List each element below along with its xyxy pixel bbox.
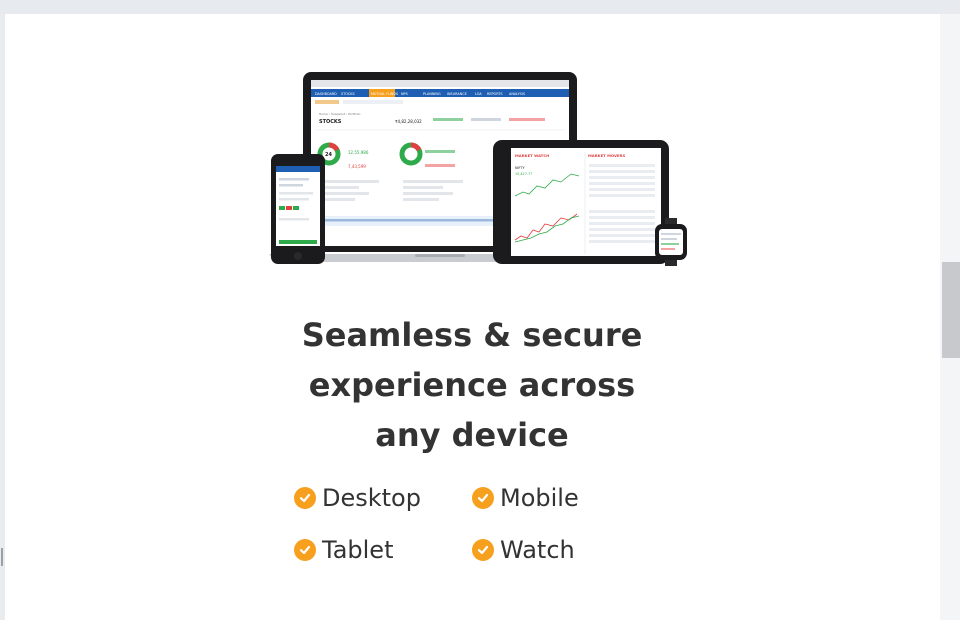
checkmark-icon (294, 539, 316, 561)
desktop-loss-text: 7,43,599 (348, 164, 366, 169)
feature-desktop: Desktop (294, 481, 421, 515)
desktop-breadcrumb: Home › Snapshot › Portfolio (319, 112, 361, 116)
checkmark-icon (472, 539, 494, 561)
tablet-index-label: NIFTY (515, 166, 525, 170)
checkmark-icon (294, 487, 316, 509)
desktop-nav-4: NPS (401, 92, 408, 96)
feature-tablet: Tablet (294, 533, 393, 567)
feature-label: Desktop (322, 484, 421, 512)
feature-label: Watch (500, 536, 575, 564)
tablet-index-value: 10,427.77 (515, 172, 532, 176)
section-headline: Seamless & secure experience across any … (301, 316, 643, 454)
tablet-illustration: MARKET WATCH MARKET MOVERS NIFTY 10,427.… (493, 140, 669, 264)
rail-marker (1, 548, 3, 566)
watch-illustration (655, 218, 687, 266)
desktop-nav-6: INSURANCE (447, 92, 467, 96)
desktop-nav-5: PLANNING (423, 92, 441, 96)
phone-illustration (271, 154, 325, 264)
desktop-summary-value: ₹4,82,28,032 (395, 119, 422, 124)
desktop-page-title: STOCKS (319, 119, 342, 125)
tablet-right-title: MARKET MOVERS (588, 153, 625, 158)
tablet-left-title: MARKET WATCH (515, 153, 549, 158)
multi-device-illustration: DASHBOARD STOCKS MUTUAL FUNDS NPS PLANNI… (269, 72, 687, 266)
desktop-nav-8: REPORTS (487, 92, 503, 96)
browser-top-strip (0, 0, 960, 14)
desktop-donut-label: 24 (325, 152, 332, 158)
desktop-nav-3: MUTUAL FUNDS (371, 92, 398, 96)
feature-label: Tablet (322, 536, 394, 564)
desktop-gain-text: 12,55,986 (348, 150, 369, 155)
checkmark-icon (472, 487, 494, 509)
feature-label: Mobile (500, 484, 579, 512)
desktop-nav-1: DASHBOARD (315, 92, 337, 96)
scrollbar-thumb[interactable] (942, 262, 960, 358)
desktop-nav-7: LOA (475, 92, 482, 96)
feature-mobile: Mobile (472, 481, 579, 515)
desktop-nav-2: STOCKS (341, 92, 355, 96)
desktop-nav-9: ANALYSIS (509, 92, 525, 96)
feature-watch: Watch (472, 533, 575, 567)
